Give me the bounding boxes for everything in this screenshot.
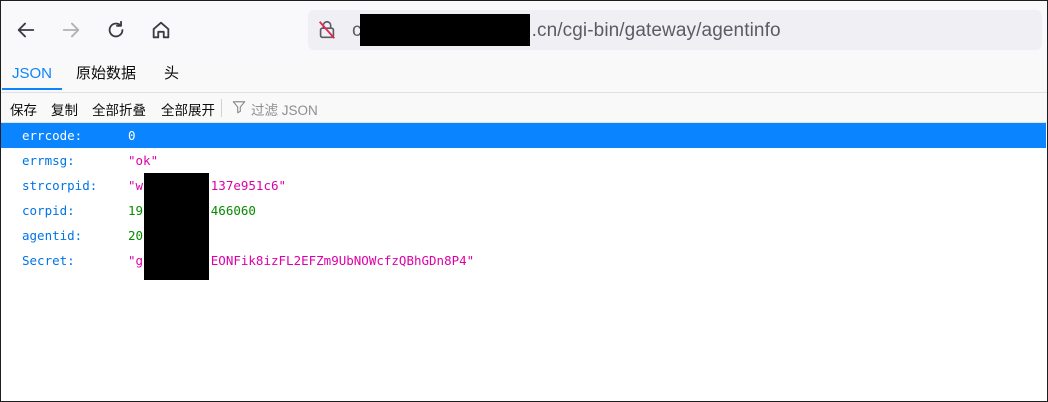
forward-arrow-icon (62, 22, 80, 38)
collapse-all-button[interactable]: 全部折叠 (92, 99, 146, 119)
back-button[interactable] (10, 14, 42, 46)
json-key: strcorpid: (22, 178, 98, 193)
filter-icon (232, 101, 246, 114)
json-key: agentid: (22, 228, 83, 243)
json-key: corpid: (22, 203, 75, 218)
save-button[interactable]: 保存 (10, 99, 37, 119)
json-key: Secret: (22, 253, 75, 268)
filter-json-input[interactable]: 过滤 JSON (251, 99, 318, 119)
json-value: "ok" (128, 153, 159, 168)
browser-toolbar: c .cn/cgi-bin/gateway/agentinfo (0, 0, 1048, 61)
json-viewer-tabs: JSON 原始数据 头 (0, 60, 1048, 93)
url-suffix: .cn/cgi-bin/gateway/agentinfo (531, 20, 781, 41)
value-redaction (144, 173, 209, 280)
reload-icon (108, 20, 124, 38)
reload-button[interactable] (100, 14, 132, 46)
home-button[interactable] (145, 14, 177, 46)
divider (221, 99, 222, 117)
tab-json[interactable]: JSON (2, 60, 63, 90)
json-key: errmsg: (22, 153, 75, 168)
tab-raw-data[interactable]: 原始数据 (66, 60, 146, 90)
json-action-bar: 保存 复制 全部折叠 全部展开 过滤 JSON (0, 93, 1048, 123)
forward-button[interactable] (55, 14, 87, 46)
insecure-lock-icon[interactable] (316, 19, 338, 41)
address-bar[interactable]: c .cn/cgi-bin/gateway/agentinfo (308, 10, 1042, 50)
back-arrow-icon (17, 22, 35, 38)
json-row-errcode[interactable]: errcode: 0 (0, 123, 1046, 148)
json-value: 0 (128, 128, 136, 143)
copy-button[interactable]: 复制 (51, 99, 78, 119)
home-icon (152, 21, 170, 39)
json-row-errmsg[interactable]: errmsg: "ok" (0, 148, 1046, 173)
url-redaction (360, 14, 530, 46)
json-value: 20 (128, 228, 144, 243)
json-key: errcode: (22, 128, 83, 143)
expand-all-button[interactable]: 全部展开 (161, 99, 215, 119)
tab-headers[interactable]: 头 (154, 60, 189, 90)
